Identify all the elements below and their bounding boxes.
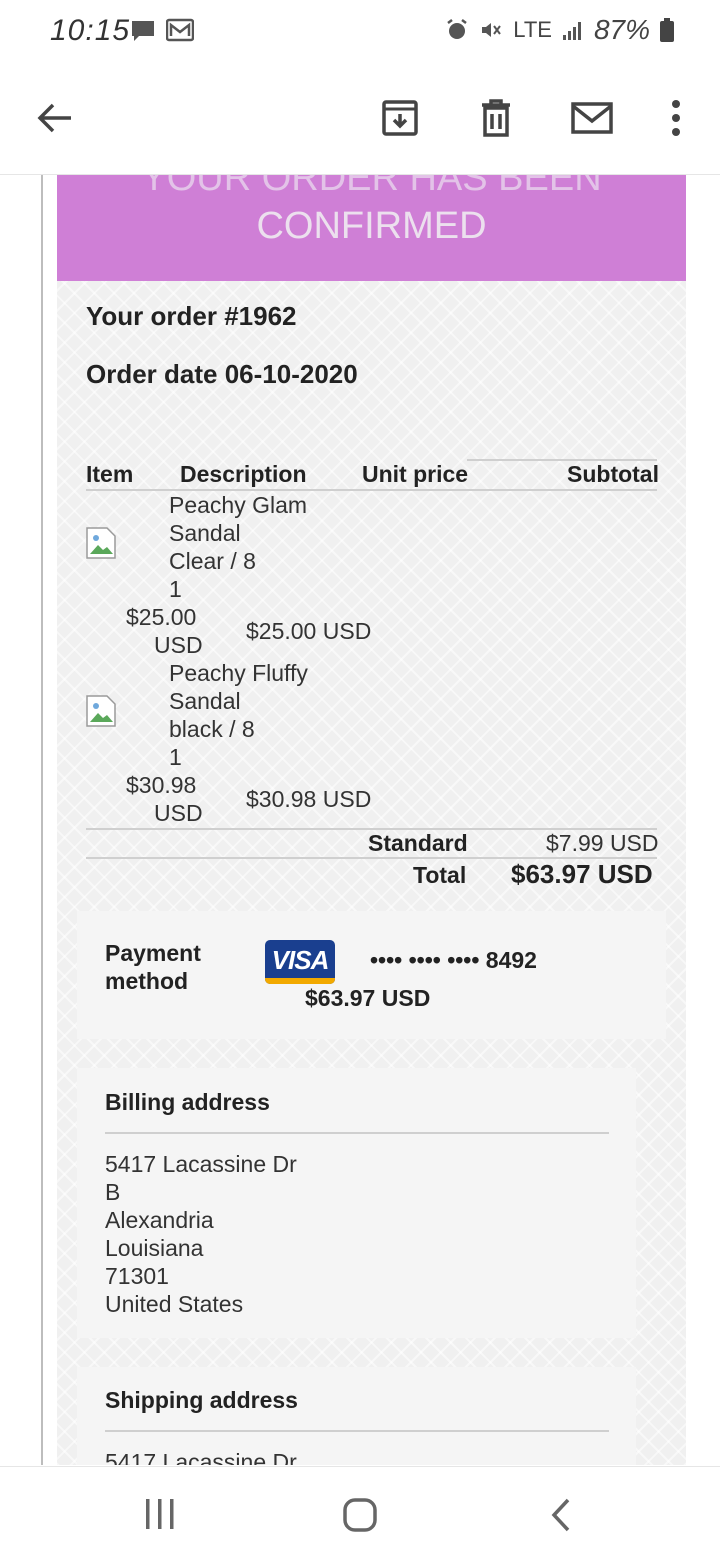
battery-percent: 87% (593, 14, 650, 45)
gmail-notification-icon (166, 18, 194, 42)
status-right: LTE 87% (445, 14, 674, 46)
order-date: Order date 06-10-2020 (86, 359, 358, 389)
item-name-line1: Peachy Glam (169, 492, 308, 518)
header-unit-price: Unit price (362, 461, 469, 487)
mark-unread-icon[interactable] (568, 94, 616, 142)
alarm-icon (447, 19, 467, 39)
archive-icon[interactable] (376, 94, 424, 142)
shipping-divider (105, 1430, 609, 1432)
header-subtotal: Subtotal (567, 461, 659, 487)
item-name-line2: Sandal (169, 688, 241, 714)
broken-image-icon (86, 527, 116, 559)
status-bar: 10:15 LTE 87% (0, 0, 720, 64)
item-variant: black / 8 (169, 716, 255, 742)
broken-image-icon (86, 695, 116, 727)
system-nav-bar (0, 1466, 720, 1561)
shipping-address-first-line: 5417 Lacassine Dr (105, 1449, 297, 1465)
battery-icon (660, 18, 674, 42)
status-time: 10:15 (50, 14, 131, 47)
item-unit-price: $30.98 (126, 772, 197, 798)
banner-line1: YOUR ORDER HAS BEEN (141, 175, 602, 199)
mute-icon (482, 23, 502, 37)
delete-icon[interactable] (472, 94, 520, 142)
confirmation-banner: YOUR ORDER HAS BEEN CONFIRMED (57, 175, 686, 281)
item-subtotal: $30.98 USD (246, 786, 372, 812)
back-nav-icon[interactable] (548, 1497, 574, 1533)
total-value: $63.97 USD (511, 859, 653, 889)
total-label: Total (413, 862, 467, 888)
banner-line2: CONFIRMED (256, 205, 487, 247)
email-left-border (41, 175, 43, 1465)
more-vert-icon[interactable] (652, 94, 700, 142)
item-subtotal: $25.00 USD (246, 618, 372, 644)
header-description: Description (180, 461, 307, 487)
shipping-cost: $7.99 USD (546, 830, 659, 856)
item-qty: 1 (169, 744, 182, 770)
shipping-method-label: Standard (368, 830, 468, 856)
item-unit-price-currency: USD (154, 800, 203, 826)
payment-label-line1: Payment (105, 940, 201, 966)
order-number: Your order #1962 (86, 301, 297, 331)
card-brand: VISA (271, 944, 330, 975)
signal-icon (562, 22, 581, 40)
item-name-line1: Peachy Fluffy (169, 660, 308, 686)
billing-address-title: Billing address (105, 1089, 270, 1115)
network-type: LTE (513, 17, 552, 42)
email-content[interactable]: YOUR ORDER HAS BEEN CONFIRMED Your order… (0, 175, 720, 1465)
card-number: •••• •••• •••• 8492 (370, 947, 537, 973)
shipping-address-title: Shipping address (105, 1387, 298, 1413)
home-icon[interactable] (342, 1497, 378, 1533)
billing-address-lines: 5417 Lacassine Dr B Alexandria Louisiana… (105, 1151, 297, 1317)
back-arrow-icon[interactable] (31, 94, 79, 142)
visa-card-icon: VISA (265, 940, 335, 984)
item-unit-price: $25.00 (126, 604, 197, 630)
billing-divider (105, 1132, 609, 1134)
item-unit-price-currency: USD (154, 632, 203, 658)
payment-label-line2: method (105, 968, 189, 994)
item-name-line2: Sandal (169, 520, 241, 546)
header-item: Item (86, 461, 134, 487)
app-bar (0, 64, 720, 175)
message-notification-icon (132, 21, 154, 41)
status-notification-icons (130, 18, 194, 44)
payment-amount: $63.97 USD (305, 985, 431, 1011)
item-qty: 1 (169, 576, 182, 602)
item-variant: Clear / 8 (169, 548, 256, 574)
recent-apps-icon[interactable] (144, 1497, 176, 1531)
